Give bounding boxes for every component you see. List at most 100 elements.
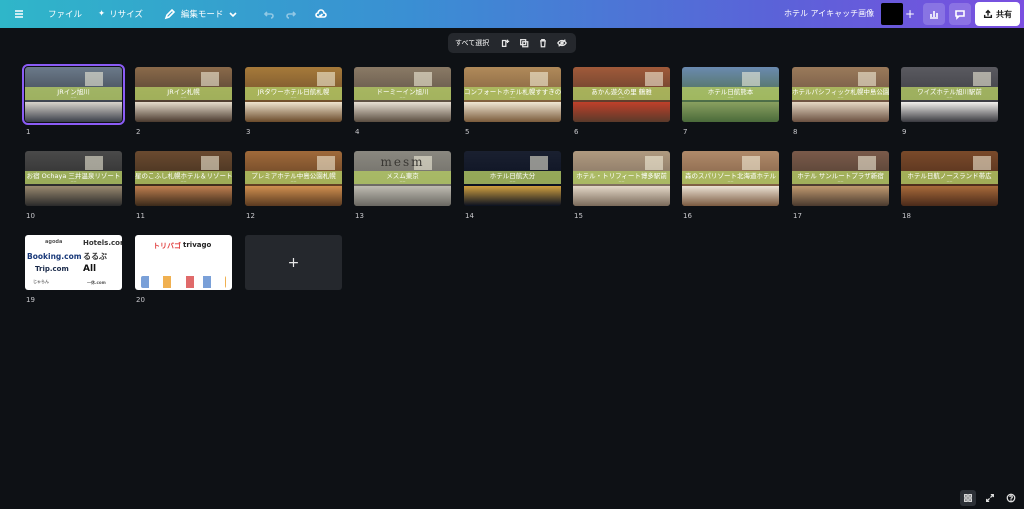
caption-text: JRイン札幌 — [167, 88, 200, 96]
page-thumbnail[interactable]: お宿 Ochaya 三井温泉リゾート ーー — [25, 151, 122, 206]
page-thumbnail[interactable]: 星のこふし札幌ホテル＆リゾート ーー — [135, 151, 232, 206]
redo-button[interactable] — [280, 0, 306, 28]
photo-floor — [135, 186, 232, 206]
cloud-save-button[interactable] — [306, 0, 336, 28]
page-thumbnail[interactable]: ホテル サンルートプラザ新宿 ーー — [792, 151, 889, 206]
page-number: 1 — [26, 128, 31, 136]
page-thumbnail[interactable]: ホテル日航大分 ーー — [464, 151, 561, 206]
upload-icon — [983, 9, 993, 19]
caption-band: JRイン旭川 ーー — [25, 87, 122, 100]
photo-floor — [901, 186, 998, 206]
caption-subtext: ーー — [70, 180, 77, 184]
caption-text: あかん遊久の里 鶴雅 — [591, 88, 652, 96]
caption-band: プレミアホテル中島公園札幌 ーー — [245, 171, 342, 184]
caption-band: 森のスパリゾート北海道ホテル ーー — [682, 171, 779, 184]
user-avatar[interactable] — [881, 3, 903, 25]
photo-window — [317, 156, 335, 170]
page-number: 12 — [246, 212, 255, 220]
page-thumbnail[interactable]: ホテル日航ノースランド帯広 ーー — [901, 151, 998, 206]
page-thumbnail[interactable]: ドーミーイン旭川 ーー — [354, 67, 451, 122]
photo-floor — [354, 186, 451, 206]
caption-subtext: ーー — [618, 96, 625, 100]
photo-floor — [135, 102, 232, 122]
photo-window — [858, 156, 876, 170]
page-number: 14 — [465, 212, 474, 220]
page-thumbnail[interactable]: トリバゴ trivago — [135, 235, 232, 290]
photo-floor — [682, 102, 779, 122]
caption-text: ワイズホテル旭川駅前 — [917, 88, 982, 96]
page-thumbnail[interactable]: ホテルパシフィック札幌中島公園 ーー — [792, 67, 889, 122]
select-all-button[interactable]: すべて選択 — [455, 38, 489, 48]
page-thumbnail[interactable]: ワイズホテル旭川駅前 ーー — [901, 67, 998, 122]
page-thumbnail[interactable]: JRイン札幌 ーー — [135, 67, 232, 122]
fullscreen-button[interactable] — [982, 490, 998, 506]
photo-window — [530, 72, 548, 86]
chevron-down-icon — [226, 7, 240, 21]
page-thumbnail[interactable]: ホテル日航熊本 ーー — [682, 67, 779, 122]
hide-icon[interactable] — [555, 37, 568, 50]
caption-subtext: ーー — [727, 180, 734, 184]
page-thumbnail[interactable]: ホテル・トリフィート博多駅前 ーー — [573, 151, 670, 206]
page-number: 8 — [793, 128, 798, 136]
page-number: 4 — [355, 128, 360, 136]
character-illustrations — [141, 276, 226, 288]
page-thumbnail[interactable]: プレミアホテル中島公園札幌 ーー — [245, 151, 342, 206]
page-thumbnail[interactable]: JRタワーホテル日航札幌 ーー — [245, 67, 342, 122]
page-thumbnail[interactable]: 森のスパリゾート北海道ホテル ーー — [682, 151, 779, 206]
trash-icon[interactable] — [536, 37, 549, 50]
page-number: 13 — [355, 212, 364, 220]
top-bar: ファイル ✦ リサイズ 編集モード ホテル アイキャッチ画像 + 共有 — [0, 0, 1024, 28]
caption-subtext: ーー — [399, 180, 406, 184]
caption-subtext: ーー — [509, 96, 516, 100]
caption-band: コンフォートホテル札幌すすきの ーー — [464, 87, 561, 100]
caption-subtext: ーー — [290, 180, 297, 184]
comment-icon — [955, 10, 965, 20]
trivago-logo: trivago — [183, 241, 212, 249]
caption-subtext: ーー — [509, 180, 516, 184]
page-thumbnail[interactable]: コンフォートホテル札幌すすきの ーー — [464, 67, 561, 122]
duplicate-icon[interactable] — [517, 37, 530, 50]
redo-icon — [284, 7, 298, 21]
page-number: 17 — [793, 212, 802, 220]
photo-window — [742, 156, 760, 170]
edit-mode-button[interactable]: 編集モード — [151, 0, 249, 28]
add-page-icon[interactable] — [498, 37, 511, 50]
add-page-button[interactable]: + — [245, 235, 342, 290]
resize-button[interactable]: ✦ リサイズ — [90, 0, 151, 28]
page-thumbnail[interactable]: あかん遊久の里 鶴雅 ーー — [573, 67, 670, 122]
trivago-jp-logo: トリバゴ — [153, 242, 181, 250]
agoda-logo: agoda — [45, 239, 63, 245]
caption-text: ホテルパシフィック札幌中島公園 — [792, 88, 889, 96]
page-number: 19 — [26, 296, 35, 304]
share-button[interactable]: 共有 — [975, 2, 1020, 26]
page-number: 9 — [902, 128, 907, 136]
caption-subtext: ーー — [399, 96, 406, 100]
add-collaborator-icon[interactable]: + — [903, 6, 917, 22]
caption-text: ホテル日航ノースランド帯広 — [907, 172, 992, 180]
page-thumbnail[interactable]: JRイン旭川 ーー — [22, 64, 125, 125]
caption-text: お宿 Ochaya 三井温泉リゾート — [26, 172, 121, 180]
grid-icon — [964, 494, 972, 502]
caption-text: ホテル日航大分 — [489, 172, 536, 180]
photo-window — [742, 72, 760, 86]
photo-floor — [245, 102, 342, 122]
sparkle-icon: ✦ — [98, 9, 106, 19]
caption-text: 星のこふし札幌ホテル＆リゾート — [135, 172, 232, 180]
file-menu-button[interactable]: ファイル — [40, 0, 90, 28]
undo-button[interactable] — [248, 0, 280, 28]
page-thumbnail[interactable]: agoda Hotels.comBooking.comるるぶ Trip.com All… — [25, 235, 122, 290]
insights-button[interactable] — [923, 3, 945, 25]
caption-text: ホテル・トリフィート博多駅前 — [576, 172, 667, 180]
caption-band: ホテル日航大分 ーー — [464, 171, 561, 184]
help-button[interactable] — [1003, 490, 1019, 506]
caption-band: ホテル・トリフィート博多駅前 ーー — [573, 171, 670, 184]
page-number: 6 — [574, 128, 579, 136]
caption-band: お宿 Ochaya 三井温泉リゾート ーー — [25, 171, 122, 184]
ikyu-logo: 一休.com — [87, 280, 106, 285]
comments-button[interactable] — [949, 3, 971, 25]
menu-button[interactable] — [0, 0, 40, 28]
document-title[interactable]: ホテル アイキャッチ画像 — [784, 0, 874, 28]
grid-view-button[interactable] — [960, 490, 976, 506]
page-thumbnail[interactable]: mesm メスム東京 ーー — [354, 151, 451, 206]
page-number: 7 — [683, 128, 688, 136]
